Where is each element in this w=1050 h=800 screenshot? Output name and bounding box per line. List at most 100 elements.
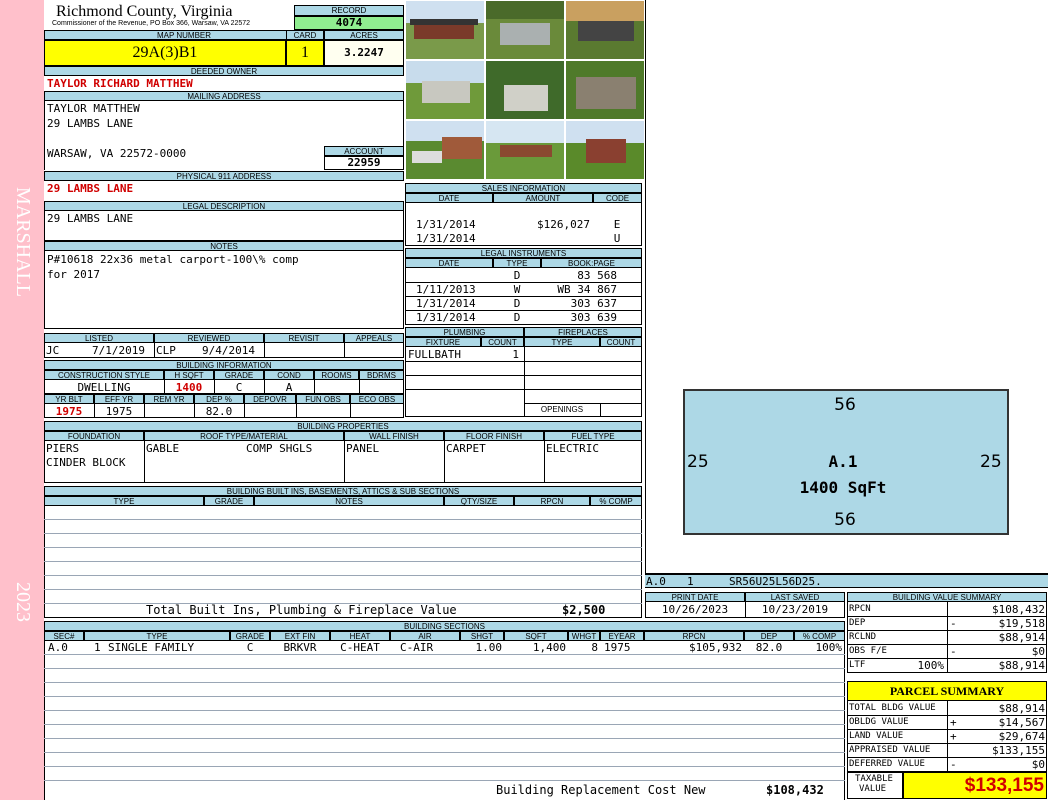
sec-h-sec: SEC# [44, 631, 84, 641]
house-photo-7 [405, 120, 485, 180]
li-row-2-date: 1/11/2013 [416, 283, 476, 296]
li-row-4-type: D [513, 311, 521, 324]
listed-by: JC [46, 344, 60, 357]
builtins-total-label: Total Built Ins, Plumbing & Fireplace Va… [146, 603, 457, 617]
bi-h-remyr: REM YR [144, 394, 194, 404]
bi-in-h-type: TYPE [44, 496, 204, 506]
bi-cond: A [285, 381, 293, 394]
bi-h-style: CONSTRUCTION STYLE [44, 370, 164, 380]
bi-in-h-comp: % COMP [590, 496, 642, 506]
vs-rpcn-label: RPCN [849, 604, 871, 614]
prop-h-foundation: FOUNDATION [44, 431, 144, 441]
ps-appraised-value: $133,155 [992, 744, 1045, 757]
bi-grade: C [235, 381, 243, 394]
prop-fuel: ELECTRIC [546, 442, 599, 455]
prop-roof-material: COMP SHGLS [246, 442, 313, 455]
sec-row-rpcn: $105,932 [689, 641, 742, 654]
bi-in-h-qty: QTY/SIZE [444, 496, 514, 506]
bi-h-effyr: EFF YR [94, 394, 144, 404]
notes-label: NOTES [44, 241, 404, 251]
vs-dep-label: DEP [849, 618, 866, 628]
house-photo-9 [565, 120, 645, 180]
sec-h-rpcn: RPCN [644, 631, 744, 641]
legal-value: 29 LAMBS LANE [47, 212, 134, 225]
bi-in-h-notes: NOTES [254, 496, 444, 506]
sec-h-type: TYPE [84, 631, 230, 641]
mailing-line2: 29 LAMBS LANE [47, 117, 134, 130]
ps-obldg-label: OBLDG VALUE [849, 717, 909, 727]
fire-h-type: TYPE [524, 337, 600, 347]
li-row-2-type: W [513, 283, 521, 296]
vs-rclnd-value: $88,914 [998, 631, 1045, 644]
house-photo-6 [565, 60, 645, 120]
li-row-1-book: 83 568 [577, 269, 617, 282]
prop-roof-type: GABLE [146, 442, 180, 455]
sec-h-heat: HEAT [330, 631, 390, 641]
prop-wall: PANEL [346, 442, 380, 455]
sec-h-shgt: SHGT [460, 631, 504, 641]
ps-deferred-label: DEFERRED VALUE [849, 759, 925, 769]
sales-row-1-date: 1/31/2014 [416, 218, 476, 231]
house-photo-5 [485, 60, 565, 120]
fire-openings-label: OPENINGS [540, 405, 584, 414]
sec-row-heat: C-HEAT [340, 641, 380, 654]
county-title: Richmond County, Virginia [56, 3, 233, 20]
notes-line2: for 2017 [47, 268, 100, 281]
sketch-footer-sec: A.0 [646, 575, 666, 588]
ps-land-label: LAND VALUE [849, 731, 904, 741]
ps-land-value: $29,674 [998, 730, 1045, 743]
last-saved-label: LAST SAVED [745, 592, 845, 602]
builtins-total-value: $2,500 [562, 603, 606, 617]
mailing-line3: WARSAW, VA 22572-0000 [47, 147, 187, 160]
prop-foundation-2: CINDER BLOCK [46, 456, 126, 469]
sec-row-air: C-AIR [400, 641, 434, 654]
fire-h-count: COUNT [600, 337, 642, 347]
bi-effyr: 1975 [105, 405, 133, 418]
print-date-label: PRINT DATE [645, 592, 745, 602]
deeded-owner-label: DEEDED OWNER [44, 66, 404, 76]
legal-label: LEGAL DESCRIPTION [44, 201, 404, 211]
sec-h-sqft: SQFT [504, 631, 568, 641]
appeals-label: APPEALS [344, 333, 404, 343]
li-row-4-book: 303 639 [570, 311, 617, 324]
reviewed-label: REVIEWED [154, 333, 264, 343]
bi-h-yrblt: YR BLT [44, 394, 94, 404]
sec-row-whgt: 8 [591, 641, 598, 654]
sales-row-2-code: U [613, 232, 621, 245]
sec-row-type: SINGLE FAMILY [108, 641, 195, 654]
building-info-label: BUILDING INFORMATION [44, 360, 404, 370]
house-photo-8 [485, 120, 565, 180]
sales-h-date: DATE [405, 193, 493, 203]
bi-h-dep: DEP % [194, 394, 244, 404]
bi-h-ecoobs: ECO OBS [350, 394, 404, 404]
sketch-area-label: A.1 [828, 452, 858, 471]
bi-h-rooms: ROOMS [314, 370, 359, 380]
sec-row-grade: C [246, 641, 254, 654]
bi-h-bdrms: BDRMS [359, 370, 404, 380]
sketch-left-dim: 25 [687, 452, 709, 472]
sec-h-eyear: EYEAR [600, 631, 644, 641]
taxable-label-2: VALUE [859, 784, 887, 794]
photo-grid [405, 0, 645, 181]
brcn-label: Building Replacement Cost New [496, 783, 706, 797]
sec-row-sqft: 1,400 [532, 641, 566, 654]
fireplaces-label: FIREPLACES [524, 327, 642, 337]
record-value: 4074 [294, 16, 404, 30]
sales-row-1-code: E [613, 218, 621, 231]
sections-label: BUILDING SECTIONS [44, 621, 845, 631]
account-label: ACCOUNT [324, 146, 404, 156]
card-value: 1 [286, 40, 324, 66]
li-h-date: DATE [405, 258, 493, 268]
li-h-type: TYPE [493, 258, 541, 268]
li-row-1-type: D [513, 269, 521, 282]
acres-value: 3.2247 [324, 40, 404, 66]
sec-h-comp: % COMP [794, 631, 845, 641]
bi-h-hsqft: H SQFT [164, 370, 214, 380]
notes-line1: P#10618 22x36 metal carport-100\% comp [47, 253, 299, 266]
side-strip [0, 0, 44, 800]
sec-h-ext: EXT FIN [270, 631, 330, 641]
sec-h-whgt: WHGT [568, 631, 600, 641]
ps-total-bldg-value: $88,914 [998, 702, 1045, 715]
bi-h-grade: GRADE [214, 370, 264, 380]
li-row-4-date: 1/31/2014 [416, 311, 476, 324]
